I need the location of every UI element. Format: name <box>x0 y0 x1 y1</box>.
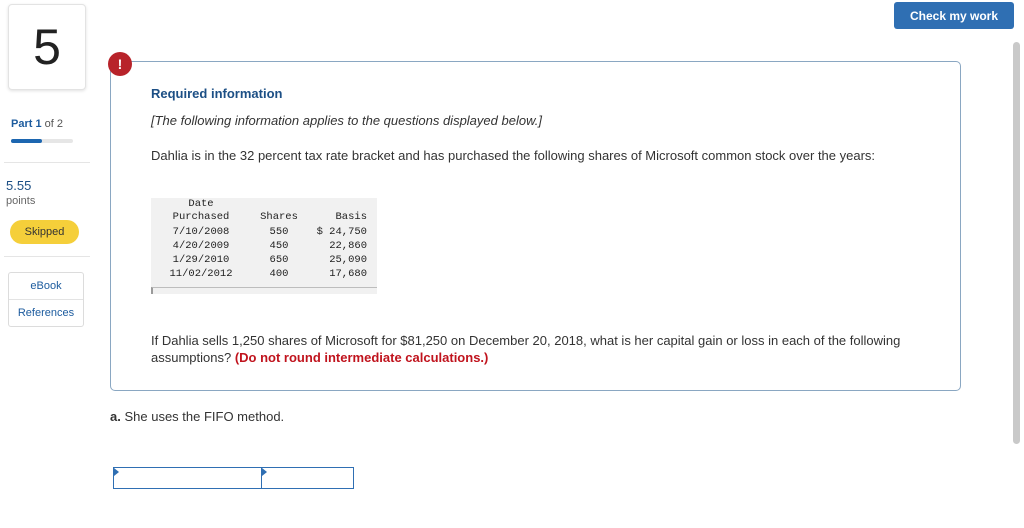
cell-basis: 22,860 <box>329 240 367 252</box>
header-shares: Shares <box>260 211 298 223</box>
resource-links: eBook References <box>8 272 84 327</box>
cell-shares: 450 <box>269 240 289 252</box>
cell-basis: $ 24,750 <box>316 226 367 238</box>
input-marker-icon <box>262 468 267 476</box>
header-date: Date <box>188 198 214 210</box>
input-marker-icon <box>114 468 119 476</box>
rail-divider <box>4 256 90 257</box>
required-information-box: Required information [The following info… <box>110 61 961 391</box>
page-scrollbar[interactable] <box>1012 40 1021 528</box>
scrollbar-thumb[interactable] <box>1013 42 1020 444</box>
part-progress-bar <box>11 139 73 143</box>
rounding-warning: (Do not round intermediate calculations.… <box>234 350 489 365</box>
question-number-card: 5 <box>8 4 86 90</box>
info-paragraph: Dahlia is in the 32 percent tax rate bra… <box>151 148 876 163</box>
cell-basis: 17,680 <box>329 268 367 280</box>
part-a-text: She uses the FIFO method. <box>124 409 285 424</box>
cell-shares: 400 <box>269 268 289 280</box>
part-a-prompt: a. She uses the FIFO method. <box>110 409 284 424</box>
header-purchased: Purchased <box>172 211 230 223</box>
rail-divider <box>4 162 90 163</box>
references-link[interactable]: References <box>9 299 83 326</box>
part-prefix: Part <box>11 118 33 130</box>
cell-date: 11/02/2012 <box>169 268 233 280</box>
table-row: 1/29/2010 650 25,090 <box>151 253 377 267</box>
points-value: 5.55 <box>6 178 32 193</box>
check-my-work-button[interactable]: Check my work <box>894 2 1014 29</box>
status-badge: Skipped <box>10 220 79 244</box>
part-indicator: Part 1 of 2 <box>11 118 63 130</box>
part-of-total: of 2 <box>44 118 64 130</box>
table-row: 11/02/2012 400 17,680 <box>151 267 377 281</box>
cell-shares: 550 <box>269 226 289 238</box>
stock-purchases-table: Date Purchased Shares Basis 7/10/2008 55… <box>151 198 377 294</box>
question-text: If Dahlia sells 1,250 shares of Microsof… <box>151 332 941 366</box>
ebook-link[interactable]: eBook <box>9 273 83 299</box>
question-number: 5 <box>33 19 61 75</box>
part-progress-fill <box>11 139 42 143</box>
answer-field-2[interactable] <box>261 467 354 489</box>
table-row: 7/10/2008 550 $ 24,750 <box>151 225 377 239</box>
info-note: [The following information applies to th… <box>151 113 542 128</box>
points-label: points <box>6 195 36 207</box>
alert-icon: ! <box>108 52 132 76</box>
cell-date: 1/29/2010 <box>172 254 230 266</box>
table-row: 4/20/2009 450 22,860 <box>151 239 377 253</box>
part-current: 1 <box>35 118 42 130</box>
header-basis: Basis <box>335 211 367 223</box>
table-scrollbar[interactable] <box>151 287 377 294</box>
answer-field-1[interactable] <box>113 467 262 489</box>
cell-date: 7/10/2008 <box>172 226 230 238</box>
cell-basis: 25,090 <box>329 254 367 266</box>
cell-shares: 650 <box>269 254 289 266</box>
info-title: Required information <box>151 86 283 101</box>
part-a-label: a. <box>110 409 121 424</box>
cell-date: 4/20/2009 <box>172 240 230 252</box>
